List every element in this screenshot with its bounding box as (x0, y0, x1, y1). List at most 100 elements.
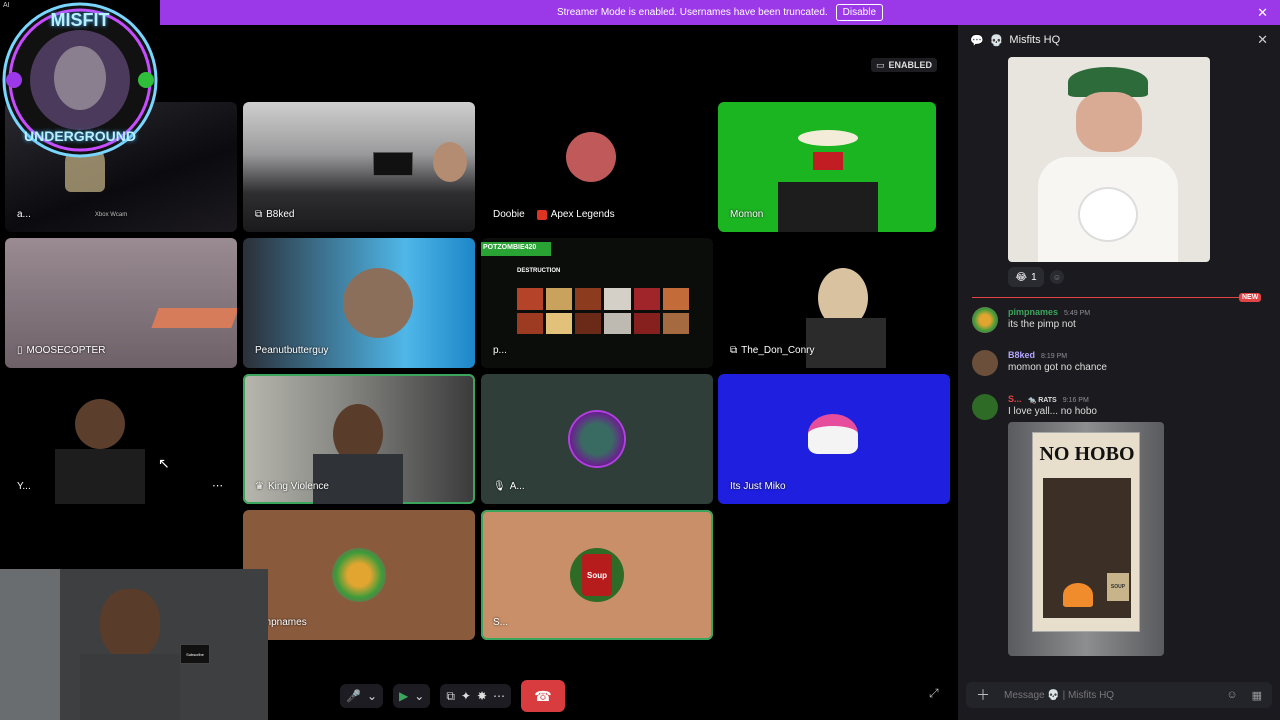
phone-hangup-icon: ☎ (534, 687, 552, 704)
soup-can-label: Soup (582, 554, 612, 596)
avatar: Soup (570, 548, 624, 602)
cam-monitor-sign: Subscribe (180, 644, 210, 664)
video-tile[interactable]: ▯ MOOSECOPTER (5, 238, 237, 368)
avatar[interactable] (972, 307, 998, 333)
logo-line1: MISFIT (50, 10, 110, 30)
message-text: momon got no chance (1008, 362, 1107, 373)
video-tile[interactable]: ⧉ B8ked (243, 102, 475, 232)
message-username[interactable]: S... (1008, 394, 1022, 404)
misfit-underground-logo: AI MISFIT UNDERGROUND (0, 0, 160, 160)
apps-icon[interactable]: ▦ (1252, 689, 1262, 702)
chat-bubble-icon: 💬 (970, 34, 984, 47)
mobile-icon: ▯ (17, 345, 23, 356)
screen-share-icon: ⧉ (730, 345, 738, 356)
video-tile[interactable]: ♛ King Violence (243, 374, 475, 504)
stream-title: POTZOMBIE420 (481, 242, 551, 256)
close-chat-icon[interactable]: ✕ (1257, 32, 1268, 48)
emoji-icon[interactable]: ☺ (1226, 689, 1237, 702)
add-reaction-icon[interactable]: ☺ (1050, 270, 1064, 284)
tile-name: Its Just Miko (730, 481, 786, 492)
avatar (332, 548, 386, 602)
tile-name: Momon (730, 209, 764, 220)
video-tile[interactable]: Soup S... (481, 510, 713, 640)
video-tile[interactable]: Its Just Miko (718, 374, 950, 504)
tile-name: The_Don_Conry (741, 345, 815, 356)
call-controls: 🎤 ⌄ ▶ ⌄ ⧉ ✦ ✸ ⋯ ☎ (340, 680, 566, 712)
avatar[interactable] (972, 350, 998, 376)
soundboard-icon[interactable]: ✸ (477, 689, 487, 703)
crown-icon: ♛ (255, 481, 264, 492)
tile-name: Doobie (493, 209, 525, 220)
chat-message: B8ked 8:19 PM momon got no chance (972, 350, 1262, 380)
tile-name: King Violence (267, 481, 329, 492)
activities-icon[interactable]: ✦ (461, 689, 471, 703)
message-username[interactable]: B8ked (1008, 350, 1035, 360)
new-messages-divider (972, 297, 1256, 298)
more-options-icon[interactable]: ⋯ (212, 479, 223, 492)
video-tile[interactable]: POTZOMBIE420 DESTRUCTION p... (481, 238, 713, 368)
tile-name: A... (509, 481, 525, 492)
camera-icon: ▶ (399, 689, 409, 703)
chat-image-attachment[interactable] (1008, 57, 1210, 262)
message-timestamp: 5:49 PM (1064, 310, 1091, 317)
video-tile[interactable]: Y... ⋯ (5, 374, 237, 504)
tile-name: p... (493, 345, 507, 356)
logo-badge: AI (3, 2, 10, 9)
tile-name: a... (17, 209, 31, 220)
camera-control[interactable]: ▶ ⌄ (393, 684, 431, 708)
screen-share-icon: ⧉ (255, 209, 263, 220)
tile-extra-label: Xbox Wcam (94, 211, 128, 218)
video-tile[interactable]: pimpnames (243, 510, 475, 640)
tile-activity: Apex Legends (550, 209, 615, 220)
message-timestamp: 8:19 PM (1041, 353, 1068, 360)
role-tag-label: RATS (1038, 397, 1057, 404)
message-text: I love yall... no hobo (1008, 406, 1097, 417)
streamer-mode-banner: Streamer Mode is enabled. Usernames have… (160, 0, 1280, 25)
chat-message: S... 🐀 RATS 9:16 PM I love yall... no ho… (972, 394, 1262, 424)
logo-line2: UNDERGROUND (24, 128, 136, 144)
reaction-chip[interactable]: 😂 1 (1008, 267, 1044, 287)
tile-name: Y... (17, 481, 31, 492)
screen-share-button-icon[interactable]: ⧉ (446, 689, 455, 704)
no-hobo-poster-image[interactable]: NO HOBO SOUP (1008, 422, 1164, 656)
message-username[interactable]: pimpnames (1008, 307, 1058, 317)
message-composer[interactable]: ＋ Message 💀 | Misfits HQ ☺ ▦ (966, 682, 1272, 708)
channel-name: Misfits HQ (1009, 34, 1061, 46)
role-tag: 🐀 RATS (1027, 397, 1057, 404)
share-activities-group: ⧉ ✦ ✸ ⋯ (440, 684, 512, 708)
muted-mic-icon: 🎙 (493, 481, 506, 492)
stream-subtitle: DESTRUCTION (517, 268, 561, 274)
chat-header: 💬 💀 Misfits HQ ✕ (958, 25, 1280, 55)
fullscreen-icon[interactable]: ⤢ (929, 686, 939, 701)
message-timestamp: 9:16 PM (1062, 397, 1089, 404)
avatar (570, 412, 624, 466)
microphone-control[interactable]: 🎤 ⌄ (340, 684, 384, 708)
apex-legends-icon (536, 209, 547, 220)
video-tile[interactable]: ⧉ The_Don_Conry (718, 238, 950, 368)
tile-name: Peanutbutterguy (255, 345, 329, 356)
video-tile[interactable]: 🎙 A... (481, 374, 713, 504)
close-banner-icon[interactable]: ✕ (1257, 5, 1268, 21)
tile-name: B8ked (266, 209, 295, 220)
disable-streamer-mode-button[interactable]: Disable (835, 4, 884, 21)
new-badge: NEW (1239, 293, 1262, 302)
add-attachment-icon[interactable]: ＋ (976, 685, 990, 705)
enabled-status-pill: ▭ ENABLED (871, 58, 938, 72)
chevron-down-icon[interactable]: ⌄ (414, 689, 424, 703)
chat-message: pimpnames 5:49 PM its the pimp not (972, 307, 1262, 337)
skull-icon: 💀 (989, 34, 1004, 47)
tile-name: MOOSECOPTER (26, 345, 106, 356)
avatar[interactable] (972, 394, 998, 420)
chevron-down-icon[interactable]: ⌄ (367, 689, 377, 703)
video-tile[interactable]: Peanutbutterguy (243, 238, 475, 368)
message-input-placeholder[interactable]: Message 💀 | Misfits HQ (1004, 690, 1114, 701)
message-text: its the pimp not (1008, 319, 1076, 330)
reaction-count: 1 (1031, 271, 1037, 283)
laughing-emoji-icon: 😂 (1015, 271, 1028, 283)
hang-up-button[interactable]: ☎ (521, 680, 566, 712)
banner-text: Streamer Mode is enabled. Usernames have… (556, 7, 828, 18)
video-tile[interactable]: Doobie Apex Legends (481, 102, 713, 232)
more-icon[interactable]: ⋯ (493, 689, 505, 703)
mouse-cursor-icon: ↖ (158, 455, 170, 471)
video-tile[interactable]: Momon (718, 102, 936, 232)
